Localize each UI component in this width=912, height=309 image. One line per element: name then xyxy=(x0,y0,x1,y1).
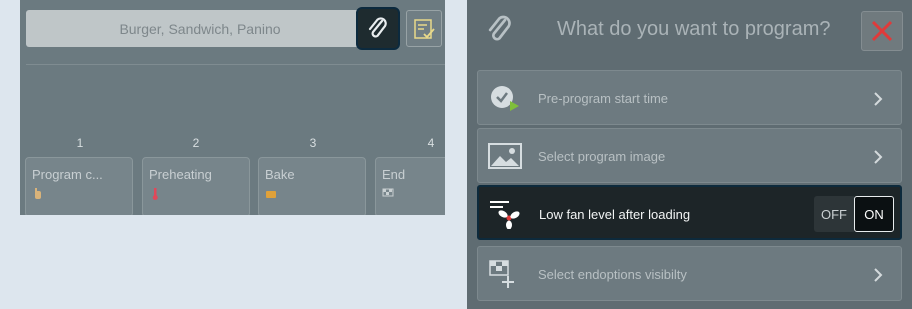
option-select-endoptions-visibility[interactable]: Select endoptions visibilty xyxy=(477,246,902,301)
toggle-off-button[interactable]: OFF xyxy=(814,196,854,232)
program-editor-panel: Burger, Sandwich, Panino 1 2 3 4 Program… xyxy=(20,0,445,215)
fan-toggle[interactable]: OFF ON xyxy=(814,196,894,232)
program-options-dialog: What do you want to program? Pre-program… xyxy=(467,0,912,309)
step-number: 3 xyxy=(309,136,317,150)
checkered-flag-icon xyxy=(382,188,394,197)
option-label: Select program image xyxy=(538,149,666,164)
option-label: Low fan level after loading xyxy=(539,207,691,222)
close-button[interactable] xyxy=(861,11,903,51)
option-select-program-image[interactable]: Select program image xyxy=(477,128,902,183)
close-icon xyxy=(871,20,893,42)
program-name-field[interactable]: Burger, Sandwich, Panino xyxy=(26,10,374,47)
step-number: 2 xyxy=(192,136,200,150)
step-card-program[interactable]: Program c... xyxy=(25,157,133,215)
edit-list-button[interactable] xyxy=(406,10,442,47)
toggle-on-button[interactable]: ON xyxy=(854,196,894,232)
hand-icon xyxy=(35,188,41,199)
option-label: Select endoptions visibilty xyxy=(538,267,687,282)
clock-play-icon xyxy=(491,86,519,111)
thermometer-icon xyxy=(152,188,158,200)
dialog-title: What do you want to program? xyxy=(557,18,831,40)
step-label: Preheating xyxy=(149,167,212,182)
option-pre-program-start-time[interactable]: Pre-program start time xyxy=(477,70,902,125)
option-low-fan-level[interactable]: Low fan level after loading OFF ON xyxy=(477,185,902,240)
option-label: Pre-program start time xyxy=(538,91,669,106)
image-icon xyxy=(488,143,522,169)
step-card-bake[interactable]: Bake xyxy=(258,157,366,215)
bake-icon xyxy=(266,191,276,198)
divider xyxy=(26,64,445,65)
step-label: Bake xyxy=(265,167,295,182)
attach-button[interactable] xyxy=(356,7,400,50)
paperclip-icon xyxy=(488,15,511,41)
paperclip-icon xyxy=(368,16,387,37)
step-label: End xyxy=(382,167,406,182)
fan-icon xyxy=(490,201,520,229)
flag-add-icon xyxy=(489,260,514,288)
chevron-right-icon xyxy=(874,150,883,164)
step-label: Program c... xyxy=(32,167,103,182)
list-check-icon xyxy=(414,18,435,39)
step-number: 4 xyxy=(427,136,435,150)
step-card-preheating[interactable]: Preheating xyxy=(142,157,250,215)
program-name-text: Burger, Sandwich, Panino xyxy=(119,20,281,37)
step-number: 1 xyxy=(76,136,84,150)
chevron-right-icon xyxy=(874,92,883,106)
step-card-end[interactable]: End xyxy=(375,157,445,215)
chevron-right-icon xyxy=(874,268,883,282)
